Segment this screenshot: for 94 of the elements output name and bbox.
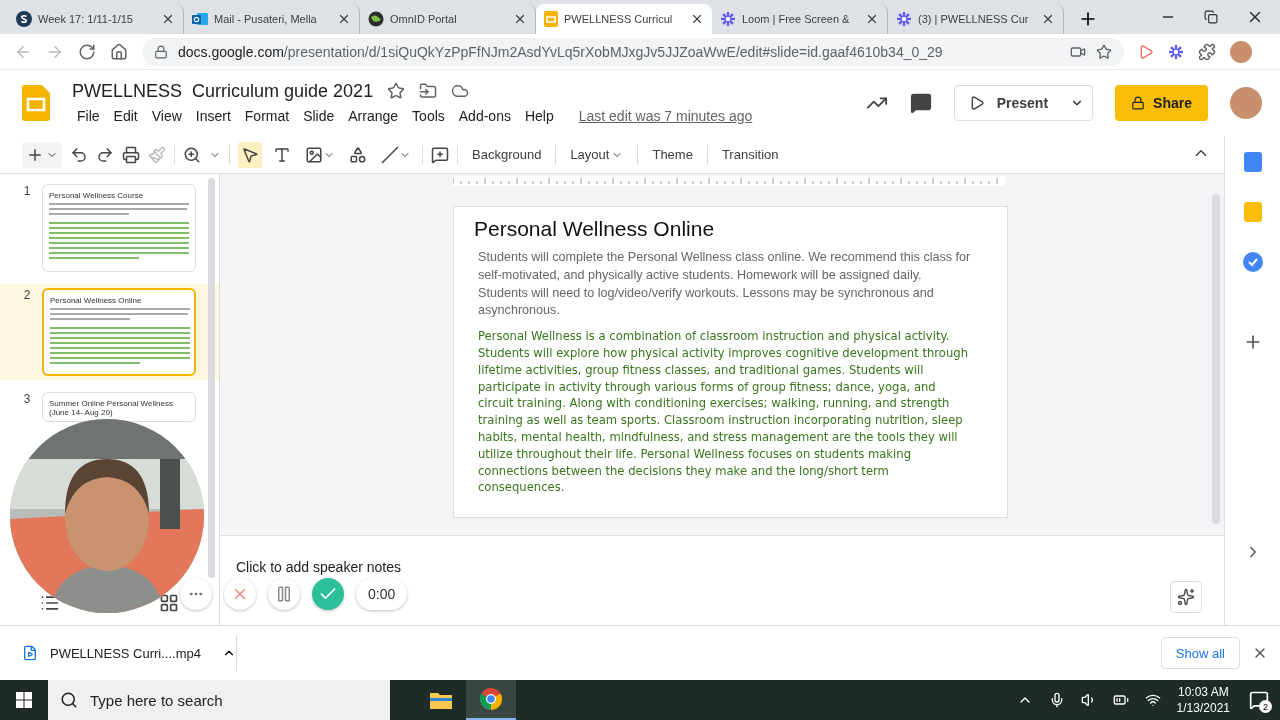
close-icon[interactable] — [161, 12, 175, 26]
clock-time[interactable]: 10:03 AM — [1177, 684, 1229, 700]
zoom-icon[interactable] — [183, 145, 201, 164]
print-icon[interactable] — [122, 145, 140, 164]
profile-avatar[interactable] — [1230, 40, 1252, 63]
present-button[interactable]: Present — [953, 85, 1094, 121]
slide-number: 1 — [22, 184, 32, 200]
menu-item[interactable]: Help — [519, 105, 559, 126]
star-icon[interactable] — [387, 82, 406, 100]
cloud-icon[interactable] — [451, 82, 470, 100]
reload-icon[interactable] — [78, 42, 96, 61]
menu-item[interactable]: Add-ons — [453, 105, 516, 126]
menu-item[interactable]: File — [72, 105, 105, 126]
toolbar-button[interactable]: Theme — [646, 147, 699, 162]
home-icon[interactable] — [110, 42, 128, 61]
move-folder-icon[interactable] — [419, 82, 438, 100]
menu-item[interactable]: Format — [239, 105, 295, 126]
clock-date[interactable]: 1/13/2021 — [1176, 700, 1230, 716]
speaker-notes-field[interactable]: Click to add speaker notes — [236, 559, 401, 575]
slide-thumbnail[interactable]: Personal Wellness Course — [42, 184, 196, 272]
pause-button[interactable] — [268, 578, 300, 610]
close-icon[interactable] — [337, 12, 351, 26]
document-title[interactable]: PWELLNESS Curriculum guide 2021 — [72, 80, 374, 102]
list-view-icon[interactable] — [40, 593, 60, 613]
menu-item[interactable]: Tools — [407, 105, 450, 126]
toolbar-button[interactable]: Transition — [715, 147, 785, 162]
scrollbar[interactable] — [208, 178, 215, 578]
share-button[interactable]: Share — [1115, 85, 1208, 121]
menu-item[interactable]: View — [146, 105, 187, 126]
starburst-icon — [896, 11, 912, 27]
toolbar-button[interactable]: Layout — [564, 147, 630, 162]
recording-timer: 0:00 — [356, 578, 408, 610]
battery-icon[interactable] — [1112, 692, 1129, 708]
lock-icon[interactable] — [1131, 96, 1146, 110]
restore-icon[interactable] — [1204, 10, 1218, 24]
browser-tab[interactable]: Loom | Free Screen & — [712, 4, 888, 34]
menu-item[interactable]: Arrange — [343, 105, 404, 126]
last-edit-link[interactable]: Last edit was 7 minutes ago — [578, 107, 753, 124]
slide-number: 2 — [22, 288, 32, 304]
close-icon[interactable] — [1041, 12, 1055, 26]
menu-item[interactable]: Insert — [190, 105, 236, 126]
browser-tab[interactable]: (3) | PWELLNESS Cur — [888, 4, 1064, 34]
profile-avatar[interactable] — [1230, 87, 1262, 119]
menu-item[interactable]: Edit — [108, 105, 143, 126]
add-comment-icon[interactable] — [431, 145, 449, 164]
show-all-button[interactable]: Show all — [1160, 637, 1240, 669]
taskbar-search-box[interactable]: Type here to search — [48, 680, 390, 720]
toolbar-button[interactable]: Background — [466, 147, 548, 162]
comment-icon[interactable] — [909, 92, 932, 114]
extensions-icon[interactable] — [1198, 42, 1216, 61]
address-bar[interactable]: docs.google.com/presentation/d/1siQuQkYzPpFfNJm2AsdYvLq5rXobMJxgJv5JJZoaWwE/edit#slide=id.gaaf4610b34_0_29 — [142, 37, 1124, 66]
slide-thumbnail[interactable]: Summer Online Personal Wellness (June 14- Aug 20) — [42, 392, 196, 422]
wifi-icon[interactable] — [1144, 692, 1161, 708]
checkmark-icon[interactable] — [1242, 252, 1263, 272]
slides-logo-icon — [544, 11, 558, 27]
new-slide-button[interactable] — [22, 141, 62, 168]
bookmark-star-icon[interactable] — [1096, 43, 1112, 60]
starburst-icon — [1168, 43, 1184, 60]
search-icon[interactable] — [60, 691, 78, 709]
browser-tab[interactable]: Mail - Pusateri, Mella — [184, 4, 360, 34]
menu-item[interactable]: Slide — [298, 105, 340, 126]
pause-icon[interactable] — [275, 585, 293, 603]
close-icon[interactable] — [513, 12, 527, 26]
scrollbar[interactable] — [1212, 194, 1220, 524]
close-icon[interactable] — [865, 12, 879, 26]
undo-icon[interactable] — [70, 145, 88, 164]
file-icon — [22, 645, 38, 661]
lock-icon — [154, 44, 168, 59]
notifications-icon[interactable] — [1249, 690, 1269, 710]
browser-tab[interactable]: PWELLNESS Curricul — [536, 4, 712, 34]
taskbar-search-field[interactable]: Type here to search — [88, 680, 378, 720]
slide-paragraph: Students will complete the Personal Wellness class online. We recommend this class for self-motivated, and physically active students. Homework will be assigned daily. Students will need to log/video/verify workouts. Lessons may be synchronous and asynchronous. — [477, 249, 972, 320]
slide-paragraph: Personal Wellness is a combination of classroom instruction and physical activity. Students will explore how physical activity improves cognitive development through lifetime activities, group fitness classes, and traditional games. Students will participate in activity through various forms of group fitness; dance, yoga, and circuit training. Along with conditioning exercises; walking, running, and strength training as well as team sports. Classroom instruction incorporating nutrition, sleep habits, mental health, mindfulness, and stress management are the tools they will utilize throughout their life. Personal Wellness focuses on students making connections between the decisions they make and the long/short term consequences. — [477, 328, 969, 497]
line-icon[interactable] — [381, 145, 399, 164]
grid-view-icon[interactable] — [159, 593, 179, 613]
folder-icon[interactable] — [430, 691, 452, 709]
browser-tab[interactable]: OmnID Portal — [360, 4, 536, 34]
image-icon[interactable] — [305, 145, 323, 164]
close-icon[interactable] — [690, 12, 704, 26]
windows-logo-icon[interactable] — [16, 692, 32, 708]
browser-tab[interactable]: Week 17: 1/11-1/15 — [8, 4, 184, 34]
download-item[interactable]: PWELLNESS Curri....mp4 — [50, 645, 210, 661]
notification-count: 2 — [1259, 700, 1272, 713]
explore-button[interactable] — [1170, 581, 1202, 613]
redo-icon[interactable] — [96, 145, 114, 164]
slide-title: Personal Wellness Online — [474, 217, 716, 241]
chrome-logo-icon[interactable] — [480, 688, 502, 710]
sparkle-icon[interactable] — [1177, 588, 1195, 606]
school-logo-icon — [16, 11, 32, 27]
slide-number: 3 — [22, 392, 32, 408]
mail-icon — [192, 11, 208, 27]
starburst-icon — [720, 11, 736, 27]
slide-thumbnail[interactable]: Personal Wellness Online — [42, 288, 196, 376]
globe-icon — [368, 11, 384, 27]
